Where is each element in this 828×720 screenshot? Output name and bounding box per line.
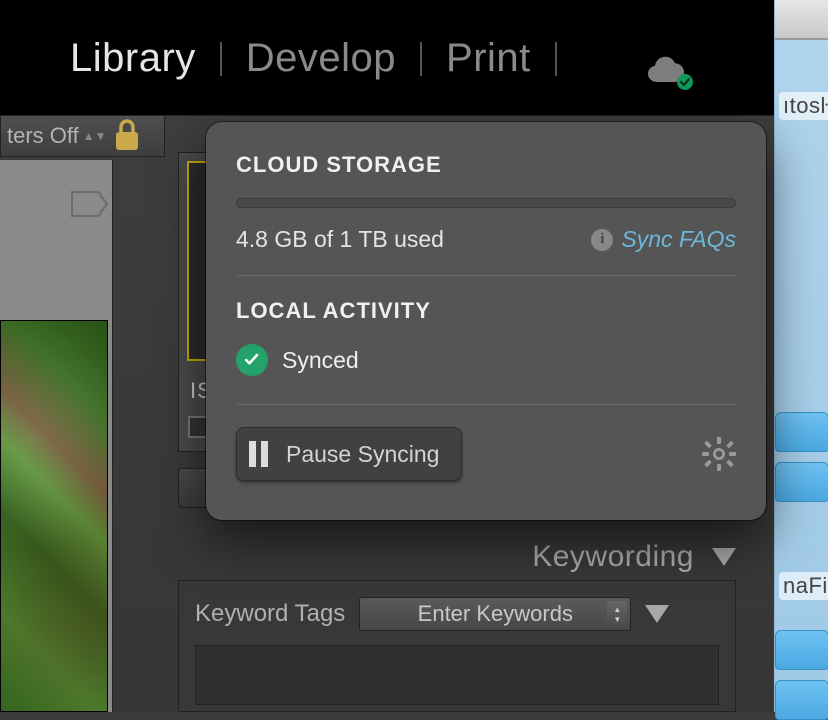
sync-status-text: Synced <box>282 347 359 374</box>
module-divider <box>420 42 422 76</box>
divider <box>236 404 736 405</box>
local-activity-heading: LOCAL ACTIVITY <box>236 298 736 324</box>
panel-header-keywording[interactable]: Keywording <box>178 540 736 574</box>
disclosure-triangle-icon[interactable] <box>645 605 669 623</box>
pause-syncing-label: Pause Syncing <box>286 441 439 468</box>
check-circle-icon <box>236 344 268 376</box>
module-divider <box>555 42 557 76</box>
keywording-panel: Keyword Tags Enter Keywords ▲▼ <box>178 580 736 712</box>
storage-progress-bar <box>236 198 736 208</box>
keyword-tags-label: Keyword Tags <box>195 600 345 628</box>
desktop-background-strip: ıtosŀ naFi <box>774 0 828 712</box>
desktop-label: naFi <box>779 572 828 600</box>
disclosure-triangle-icon[interactable] <box>712 548 736 566</box>
storage-usage-text: 4.8 GB of 1 TB used <box>236 226 444 253</box>
cloud-sync-icon[interactable] <box>644 54 694 90</box>
info-icon: i <box>591 229 613 251</box>
keywords-textarea[interactable] <box>195 645 719 705</box>
module-tab-print[interactable]: Print <box>446 36 531 81</box>
divider <box>236 275 736 276</box>
photo-thumbnail[interactable] <box>0 320 108 712</box>
keyword-mode-select[interactable]: Enter Keywords ▲▼ <box>359 597 631 631</box>
desktop-disk-icon[interactable] <box>775 0 828 40</box>
module-divider <box>220 42 222 76</box>
module-picker: Library Develop Print <box>70 36 557 81</box>
chevron-updown-icon: ▲▼ <box>83 129 107 143</box>
gear-icon[interactable] <box>702 437 736 471</box>
cloud-sync-popover: CLOUD STORAGE 4.8 GB of 1 TB used i Sync… <box>206 122 766 520</box>
desktop-folder-icon[interactable] <box>775 412 828 452</box>
pause-icon <box>249 441 268 467</box>
desktop-folder-icon[interactable] <box>775 462 828 502</box>
pause-syncing-button[interactable]: Pause Syncing <box>236 427 462 481</box>
stepper-icon[interactable]: ▲▼ <box>607 601 627 627</box>
sync-faqs-link[interactable]: i Sync FAQs <box>591 226 736 253</box>
cloud-storage-heading: CLOUD STORAGE <box>236 152 736 178</box>
lock-icon[interactable] <box>112 118 142 152</box>
desktop-folder-icon[interactable] <box>775 680 828 720</box>
filter-label: ters Off <box>7 123 79 149</box>
desktop-label: ıtosŀ <box>779 92 828 120</box>
desktop-folder-icon[interactable] <box>775 630 828 670</box>
flag-icon[interactable] <box>70 190 110 220</box>
app-topbar: Library Develop Print <box>0 0 774 115</box>
sync-faqs-label: Sync FAQs <box>621 226 736 253</box>
panel-title: Keywording <box>532 540 694 574</box>
module-tab-develop[interactable]: Develop <box>246 36 396 81</box>
module-tab-library[interactable]: Library <box>70 36 196 81</box>
keyword-mode-value: Enter Keywords <box>418 601 573 627</box>
